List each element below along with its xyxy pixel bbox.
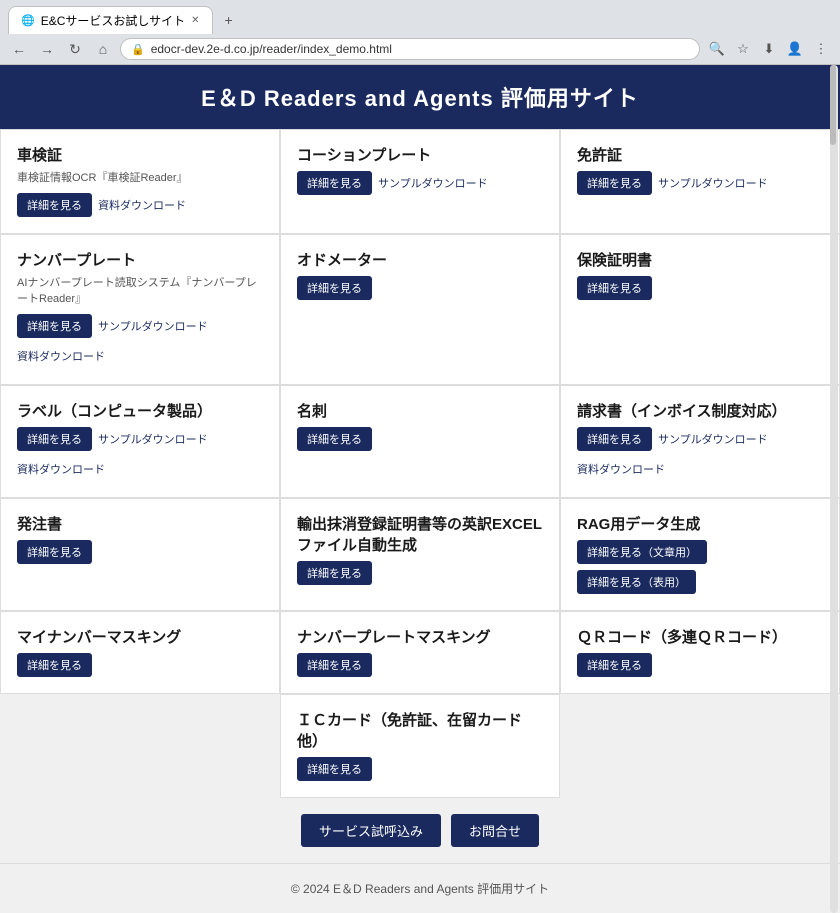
- card-menkyo: 免許証 詳細を見る サンプルダウンロード: [560, 129, 840, 234]
- card-eiyaku: 輸出抹消登録証明書等の英訳EXCELファイル自動生成 詳細を見る: [280, 498, 560, 611]
- active-tab[interactable]: 🌐 E&Cサービスお試しサイト ✕: [8, 6, 213, 34]
- card-plate-masking-title: ナンバープレートマスキング: [297, 626, 543, 647]
- cushion-detail-button[interactable]: 詳細を見る: [297, 171, 372, 195]
- card-ic-card-title: ＩＣカード（免許証、在留カード他）: [297, 709, 543, 751]
- plate-masking-detail-button[interactable]: 詳細を見る: [297, 653, 372, 677]
- card-eiyaku-title: 輸出抹消登録証明書等の英訳EXCELファイル自動生成: [297, 513, 543, 555]
- card-meishi-title: 名刺: [297, 400, 543, 421]
- number-plate-detail-button[interactable]: 詳細を見る: [17, 314, 92, 338]
- cushion-sample-link[interactable]: サンプルダウンロード: [378, 171, 488, 195]
- seikyusho-detail-button[interactable]: 詳細を見る: [577, 427, 652, 451]
- card-mynumber-masking-title: マイナンバーマスキング: [17, 626, 263, 647]
- footer: © 2024 E＆D Readers and Agents 評価用サイト: [0, 863, 840, 913]
- card-meishi: 名刺 詳細を見る: [280, 385, 560, 498]
- eiyaku-detail-button[interactable]: 詳細を見る: [297, 561, 372, 585]
- page-title: E＆D Readers and Agents 評価用サイト: [0, 65, 840, 129]
- card-ic-card: ＩＣカード（免許証、在留カード他） 詳細を見る: [280, 694, 560, 798]
- number-plate-sample-link[interactable]: サンプルダウンロード: [98, 314, 208, 338]
- card-seikyusho: 請求書（インボイス制度対応） 詳細を見る サンプルダウンロード 資料ダウンロード: [560, 385, 840, 498]
- lock-icon: 🔒: [131, 43, 145, 56]
- ic-card-detail-button[interactable]: 詳細を見る: [297, 757, 372, 781]
- card-qr: ＱＲコード（多連ＱＲコード） 詳細を見る: [560, 611, 840, 694]
- menkyo-detail-button[interactable]: 詳細を見る: [577, 171, 652, 195]
- card-hanchusho: 発注書 詳細を見る: [0, 498, 280, 611]
- qr-detail-button[interactable]: 詳細を見る: [577, 653, 652, 677]
- card-rag-title: RAG用データ生成: [577, 513, 823, 534]
- menkyo-sample-link[interactable]: サンプルダウンロード: [658, 171, 768, 195]
- home-button[interactable]: ⌂: [92, 38, 114, 60]
- url-text: edocr-dev.2e-d.co.jp/reader/index_demo.h…: [151, 42, 392, 56]
- hanchusho-detail-button[interactable]: 詳細を見る: [17, 540, 92, 564]
- rag-detail-bun-button[interactable]: 詳細を見る（文章用）: [577, 540, 707, 564]
- label-sample-link[interactable]: サンプルダウンロード: [98, 427, 208, 451]
- download-button[interactable]: ⬇: [758, 38, 780, 60]
- new-tab-button[interactable]: +: [217, 7, 241, 33]
- seikyusho-sample-link[interactable]: サンプルダウンロード: [658, 427, 768, 451]
- card-shaken-title: 車検証: [17, 144, 263, 165]
- scrollbar[interactable]: [830, 65, 836, 145]
- tab-favicon: 🌐: [21, 14, 35, 27]
- odometer-detail-button[interactable]: 詳細を見る: [297, 276, 372, 300]
- mynumber-masking-detail-button[interactable]: 詳細を見る: [17, 653, 92, 677]
- contact-button[interactable]: お問合せ: [451, 814, 539, 847]
- number-plate-download-link[interactable]: 資料ダウンロード: [17, 344, 105, 368]
- label-detail-button[interactable]: 詳細を見る: [17, 427, 92, 451]
- trial-button[interactable]: サービス試呼込み: [301, 814, 441, 847]
- tab-title: E&Cサービスお試しサイト: [41, 12, 185, 29]
- seikyusho-download-link[interactable]: 資料ダウンロード: [577, 457, 665, 481]
- card-hoken: 保険証明書 詳細を見る: [560, 234, 840, 385]
- bookmark-button[interactable]: ☆: [732, 38, 754, 60]
- card-shaken: 車検証 車検証情報OCR『車検証Reader』 詳細を見る 資料ダウンロード: [0, 129, 280, 234]
- card-hanchusho-title: 発注書: [17, 513, 263, 534]
- card-label-title: ラベル（コンピュータ製品）: [17, 400, 263, 421]
- card-number-plate: ナンバープレート AIナンバープレート読取システム『ナンバープレートReader…: [0, 234, 280, 385]
- card-number-plate-title: ナンバープレート: [17, 249, 263, 270]
- shaken-detail-button[interactable]: 詳細を見る: [17, 193, 92, 217]
- hoken-detail-button[interactable]: 詳細を見る: [577, 276, 652, 300]
- rag-detail-hyo-button[interactable]: 詳細を見る（表用）: [577, 570, 696, 594]
- url-bar[interactable]: 🔒 edocr-dev.2e-d.co.jp/reader/index_demo…: [120, 38, 700, 60]
- meishi-detail-button[interactable]: 詳細を見る: [297, 427, 372, 451]
- profile-button[interactable]: 👤: [784, 38, 806, 60]
- card-plate-masking: ナンバープレートマスキング 詳細を見る: [280, 611, 560, 694]
- back-button[interactable]: ←: [8, 38, 30, 60]
- card-shaken-subtitle: 車検証情報OCR『車検証Reader』: [17, 169, 263, 185]
- card-odometer-title: オドメーター: [297, 249, 543, 270]
- card-hoken-title: 保険証明書: [577, 249, 823, 270]
- forward-button[interactable]: →: [36, 38, 58, 60]
- card-empty-left: [0, 694, 280, 798]
- card-cushion: コーションプレート 詳細を見る サンプルダウンロード: [280, 129, 560, 234]
- bottom-actions: サービス試呼込み お問合せ: [0, 798, 840, 863]
- card-qr-title: ＱＲコード（多連ＱＲコード）: [577, 626, 823, 647]
- card-label: ラベル（コンピュータ製品） 詳細を見る サンプルダウンロード 資料ダウンロード: [0, 385, 280, 498]
- card-mynumber-masking: マイナンバーマスキング 詳細を見る: [0, 611, 280, 694]
- label-download-link[interactable]: 資料ダウンロード: [17, 457, 105, 481]
- card-number-plate-subtitle: AIナンバープレート読取システム『ナンバープレートReader』: [17, 274, 263, 306]
- card-odometer: オドメーター 詳細を見る: [280, 234, 560, 385]
- card-rag: RAG用データ生成 詳細を見る（文章用） 詳細を見る（表用）: [560, 498, 840, 611]
- card-cushion-title: コーションプレート: [297, 144, 543, 165]
- card-menkyo-title: 免許証: [577, 144, 823, 165]
- menu-button[interactable]: ⋮: [810, 38, 832, 60]
- refresh-button[interactable]: ↻: [64, 38, 86, 60]
- card-seikyusho-title: 請求書（インボイス制度対応）: [577, 400, 823, 421]
- tab-close-button[interactable]: ✕: [191, 15, 199, 26]
- shaken-download-link[interactable]: 資料ダウンロード: [98, 193, 186, 217]
- search-button[interactable]: 🔍: [706, 38, 728, 60]
- card-empty-right: [560, 694, 840, 798]
